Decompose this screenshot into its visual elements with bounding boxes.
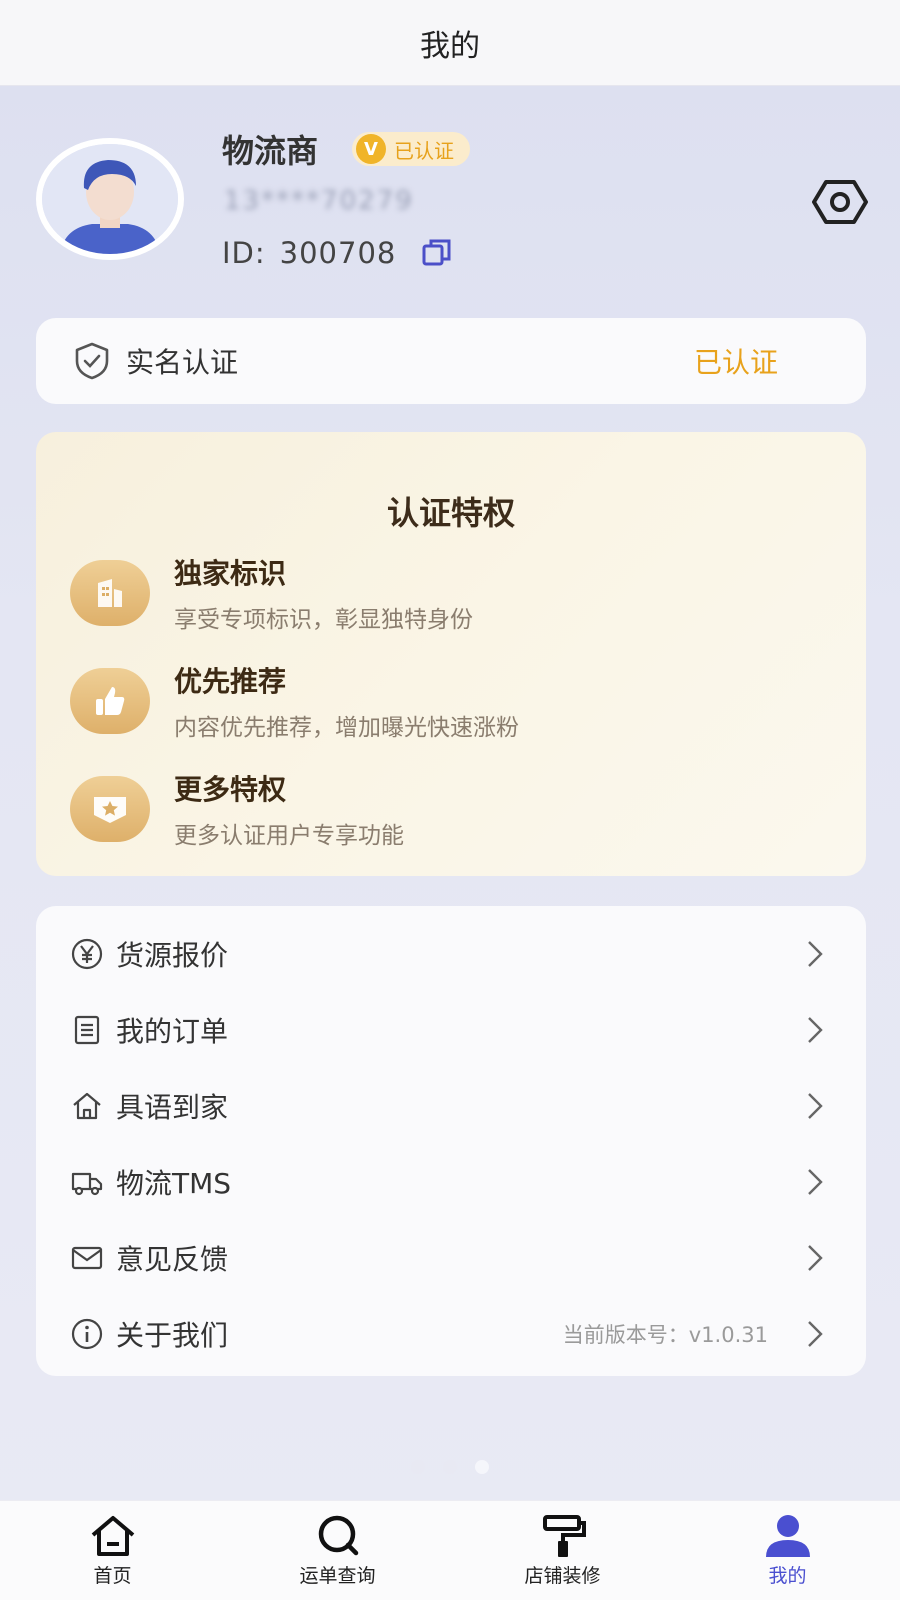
home-icon	[73, 1092, 101, 1120]
thumbs-up-icon	[70, 668, 150, 734]
paint-roller-icon	[542, 1515, 586, 1557]
profile-section: 物流商 V 已认证 13****70279 ID: 300708	[0, 86, 900, 306]
yen-circle-icon	[71, 938, 103, 970]
privilege-name: 优先推荐	[174, 665, 287, 698]
menu-label: 意见反馈	[116, 1243, 229, 1276]
info-icon	[71, 1318, 103, 1350]
menu-item-home-delivery[interactable]: 具语到家	[36, 1068, 866, 1144]
privilege-desc: 更多认证用户专享功能	[174, 823, 404, 849]
copy-icon[interactable]	[420, 236, 454, 270]
star-shield-icon	[70, 776, 150, 842]
privilege-item: 更多特权 更多认证用户专享功能	[70, 768, 404, 850]
chevron-right-icon	[808, 1169, 823, 1195]
page-dot-active	[475, 1460, 489, 1474]
verified-badge: V 已认证	[352, 132, 471, 166]
menu-label: 具语到家	[116, 1091, 229, 1124]
v-badge-icon: V	[356, 134, 387, 164]
privilege-desc: 享受专项标识，彰显独特身份	[174, 607, 473, 633]
tab-mine[interactable]: 我的	[675, 1501, 900, 1600]
shield-check-icon	[75, 342, 109, 380]
tab-label: 运单查询	[299, 1565, 376, 1587]
menu-item-tms[interactable]: 物流TMS	[36, 1144, 866, 1220]
avatar-person-icon	[42, 144, 178, 254]
realname-verification-row[interactable]: 实名认证 已认证	[36, 318, 866, 404]
id-label: ID:	[222, 236, 266, 270]
truck-icon	[71, 1172, 103, 1196]
top-bar: 我的	[0, 0, 900, 86]
menu-label: 我的订单	[116, 1015, 229, 1048]
tab-home[interactable]: 首页	[0, 1501, 225, 1600]
privilege-name: 独家标识	[174, 557, 287, 590]
avatar[interactable]	[36, 138, 184, 260]
page-dot	[443, 1460, 457, 1474]
building-icon	[70, 560, 150, 626]
eye-icon[interactable]	[812, 178, 868, 226]
tab-store-decor[interactable]: 店铺装修	[450, 1501, 675, 1600]
bottom-tab-bar: 首页 运单查询 店铺装修 我的	[0, 1500, 900, 1600]
page-indicator	[0, 1460, 900, 1474]
home-icon	[91, 1516, 134, 1556]
search-icon	[318, 1515, 358, 1556]
menu-item-quote[interactable]: 货源报价	[36, 916, 866, 992]
chevron-right-icon	[808, 941, 823, 967]
realname-status: 已认证	[693, 346, 778, 379]
order-list-icon	[74, 1015, 100, 1045]
verified-badge-label: 已认证	[394, 138, 455, 163]
chevron-right-icon	[808, 1245, 823, 1271]
version-text: 当前版本号：v1.0.31	[562, 1323, 768, 1347]
phone-number: 13****70279	[224, 186, 414, 216]
user-name: 物流商	[222, 132, 319, 170]
chevron-right-icon	[808, 1017, 823, 1043]
mail-icon	[71, 1246, 103, 1270]
tab-label: 我的	[768, 1565, 807, 1587]
menu-label: 货源报价	[116, 939, 229, 972]
privileges-title: 认证特权	[386, 494, 515, 532]
privilege-name: 更多特权	[174, 773, 287, 806]
privileges-card: 认证特权 独家标识 享受专项标识，彰显独特身份 优先推荐 内容优先推荐，增加曝光…	[36, 432, 866, 876]
menu-item-about[interactable]: 关于我们 当前版本号：v1.0.31	[36, 1296, 866, 1372]
privilege-item: 独家标识 享受专项标识，彰显独特身份	[70, 552, 473, 634]
tab-label: 首页	[93, 1565, 132, 1587]
user-icon	[765, 1515, 810, 1557]
id-value: 300708	[279, 236, 397, 270]
menu-label: 物流TMS	[116, 1167, 232, 1200]
menu-card: 货源报价 我的订单 具语到家 物流TMS 意见反馈 关于我们 当前版本号：v1.…	[36, 906, 866, 1376]
privilege-desc: 内容优先推荐，增加曝光快速涨粉	[174, 715, 519, 741]
page-dot	[411, 1460, 425, 1474]
tab-label: 店铺装修	[524, 1565, 601, 1587]
realname-label: 实名认证	[126, 346, 239, 379]
page-title: 我的	[420, 28, 480, 64]
menu-label: 关于我们	[116, 1319, 229, 1352]
chevron-right-icon	[808, 1093, 823, 1119]
privilege-item: 优先推荐 内容优先推荐，增加曝光快速涨粉	[70, 660, 519, 742]
chevron-right-icon	[808, 1321, 823, 1347]
menu-item-feedback[interactable]: 意见反馈	[36, 1220, 866, 1296]
menu-item-orders[interactable]: 我的订单	[36, 992, 866, 1068]
tab-waybill-search[interactable]: 运单查询	[225, 1501, 450, 1600]
